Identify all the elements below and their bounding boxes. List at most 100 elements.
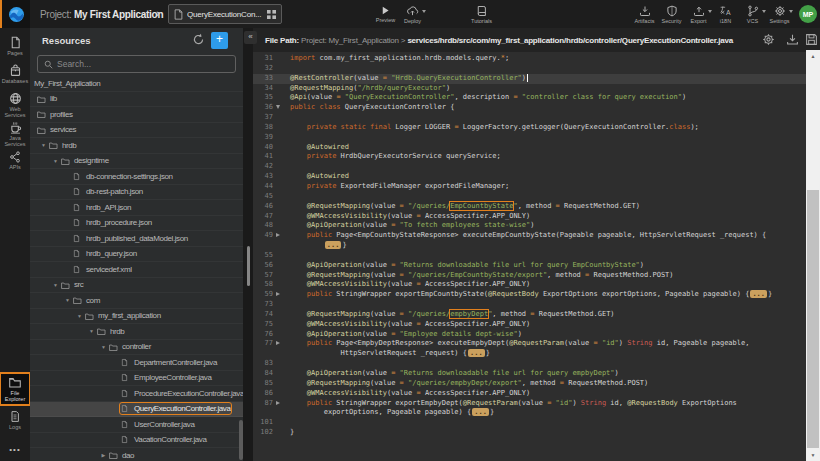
rail-item-databases[interactable]: Databases [0,64,30,84]
fold-open-icon[interactable] [276,105,280,109]
fold-closed-icon[interactable] [276,341,280,345]
folded-code-icon[interactable]: ... [472,408,489,416]
tree-item-db-rest-patch.json[interactable]: db-rest-patch.json [30,185,243,201]
code-line-87[interactable]: 87 public StringWrapper exportEmpbyDept(… [253,399,806,409]
tree-item-com[interactable]: ▼com [30,293,243,309]
artifacts-button[interactable]: Artifacts [631,0,658,28]
tree-item-dao[interactable]: ▶dao [30,448,243,461]
code-line-47[interactable]: 47 @WMAccessVisibility(value = AccessSpe… [253,212,806,222]
tree-item-hrdb_query.json[interactable]: hrdb_query.json [30,247,243,263]
i18n-button[interactable]: Ai18N [712,0,739,28]
security-button[interactable]: Security [658,0,685,28]
tree-item-hrdb_published_dataModel.json[interactable]: hrdb_published_dataModel.json [30,231,243,247]
code-line-44[interactable]: 44 private ExportedFileManager exportedF… [253,182,806,192]
tree-item-src[interactable]: ▼src [30,278,243,294]
rail-item-pages[interactable]: Pages [0,36,30,56]
tree-item-hrdb[interactable]: ▼hrdb [30,138,243,154]
code-line-74[interactable]: 74 @RequestMapping(value = "/queries/emp… [253,310,806,320]
code-line-77[interactable]: 77 public Page<EmpbyDeptResponse> execut… [253,339,806,349]
tree-expand-arrow[interactable]: ▼ [50,158,61,164]
code-line-43[interactable]: 43 @Autowired [253,172,806,182]
code-line-38[interactable]: 38 private static final Logger LOGGER = … [253,123,806,133]
refresh-icon[interactable] [192,33,206,47]
folded-code-icon[interactable]: ... [750,290,767,298]
code-line-83[interactable]: 83 [253,359,806,369]
tree-item-designtime[interactable]: ▼designtime [30,154,243,170]
tree-expand-arrow[interactable]: ▼ [74,313,85,319]
tutorials-button[interactable]: Tutorials [468,0,495,28]
tree-item-db-connection-settings.json[interactable]: db-connection-settings.json [30,169,243,185]
code-line-40[interactable]: 40 @Autowired [253,143,806,153]
rail-item-web-services[interactable]: WebServices [0,92,30,118]
editor-scrollbar[interactable]: ▲ ▼ [806,50,820,461]
code-line-39[interactable]: 39 [253,133,806,143]
tree-item-hrdb[interactable]: ▼hrdb [30,324,243,340]
code-line-55[interactable]: 55 [253,251,806,261]
resources-search-input[interactable]: Search... [37,55,236,73]
code-line-32[interactable]: 32 [253,64,806,74]
tree-expand-arrow[interactable]: ▼ [50,282,61,288]
tree-item-services[interactable]: services [30,123,243,139]
code-line-wrap[interactable]: ...} [253,241,806,251]
tree-item-DepartmentController.java[interactable]: DepartmentController.java [30,355,243,371]
code-line-76[interactable]: 76 @ApiOperation(value = "Employee detai… [253,330,806,340]
code-line-102[interactable]: 102} [253,428,806,438]
rail-item-logs[interactable]: Logs [0,410,30,430]
tree-item-servicedef.xml[interactable]: servicedef.xml [30,262,243,278]
tree-item-My_First_Application[interactable]: My_First_Application [30,76,243,92]
tree-item-ProcedureExecutionController.java[interactable]: ProcedureExecutionController.java [30,386,243,402]
code-line-75[interactable]: 75 @WMAccessVisibility(value = AccessSpe… [253,320,806,330]
add-resource-button[interactable]: + [211,32,228,49]
tree-item-QueryExecutionController.java[interactable]: QueryExecutionController.java [30,402,243,418]
code-line-59[interactable]: 59 public StringWrapper exportEmpCountby… [253,290,806,300]
save-file-icon[interactable] [805,33,819,47]
rail-item-file-explorer[interactable]: FileExplorer [0,373,30,405]
code-line-wrap[interactable]: HttpServletRequest _request) {...} [253,349,806,359]
panel-divider[interactable] [243,28,253,461]
rail-more-button[interactable]: ••• [0,445,30,454]
code-line-36[interactable]: 36public class QueryExecutionController … [253,103,806,113]
code-line-31[interactable]: 31import com.my_first_application.hrdb.m… [253,54,806,64]
open-file-tab[interactable]: QueryExecutionCon... [168,4,282,24]
editor-settings-gear-icon[interactable] [762,33,776,47]
grid-icon[interactable] [267,10,276,19]
tree-item-hrdb_API.json[interactable]: hrdb_API.json [30,200,243,216]
code-line-73[interactable]: 73 [253,300,806,310]
tree-expand-arrow[interactable]: ▼ [38,142,49,148]
code-line-46[interactable]: 46 @RequestMapping(value = "/queries/Emp… [253,202,806,212]
fold-closed-icon[interactable] [276,233,280,237]
code-line-101[interactable]: 101 [253,418,806,428]
code-line-33[interactable]: 33@RestController(value = "Hrdb.QueryExe… [253,74,806,84]
scroll-down-arrow[interactable]: ▼ [806,449,820,461]
tree-item-hrdb_procedure.json[interactable]: hrdb_procedure.json [30,216,243,232]
preview-button[interactable]: Preview [372,0,399,28]
user-avatar[interactable]: MP [799,5,817,23]
rail-item-apis[interactable]: APIs [0,151,30,170]
chevron-right-icon[interactable]: › [156,7,160,19]
tree-item-VacationController.java[interactable]: VacationController.java [30,433,243,449]
export-button[interactable]: Export [685,0,712,28]
tree-expand-arrow[interactable]: ▼ [62,297,73,303]
scrollbar-thumb[interactable] [807,190,819,448]
app-logo[interactable] [2,0,30,28]
code-line-37[interactable]: 37 [253,113,806,123]
code-line-86[interactable]: 86 @WMAccessVisibility(value = AccessSpe… [253,389,806,399]
fold-closed-icon[interactable] [276,292,280,296]
code-line-57[interactable]: 57 @RequestMapping(value = "/queries/Emp… [253,271,806,281]
tree-item-profiles[interactable]: profiles [30,107,243,123]
code-line-49[interactable]: 49 public Page<EmpCountbyStateResponse> … [253,231,806,241]
code-line-85[interactable]: 85 @RequestMapping(value = "/queries/emp… [253,379,806,389]
folded-code-icon[interactable]: ... [325,241,342,249]
code-area[interactable]: 31import com.my_first_application.hrdb.m… [253,54,806,461]
fold-closed-icon[interactable] [276,401,280,405]
settings-button[interactable]: Settings [766,0,793,28]
folded-code-icon[interactable]: ... [468,349,485,357]
code-line-41[interactable]: 41 private HrdbQueryExecutorService quer… [253,152,806,162]
vcs-button[interactable]: VCS [739,0,766,28]
code-line-48[interactable]: 48 @ApiOperation(value = "To fetch emplo… [253,221,806,231]
code-line-42[interactable]: 42 [253,162,806,172]
code-line-45[interactable]: 45 [253,192,806,202]
rail-item-java-services[interactable]: JavaServices [0,121,30,147]
tree-item-my_first_application[interactable]: ▼my_first_application [30,309,243,325]
divider-drag-handle[interactable] [247,246,250,286]
